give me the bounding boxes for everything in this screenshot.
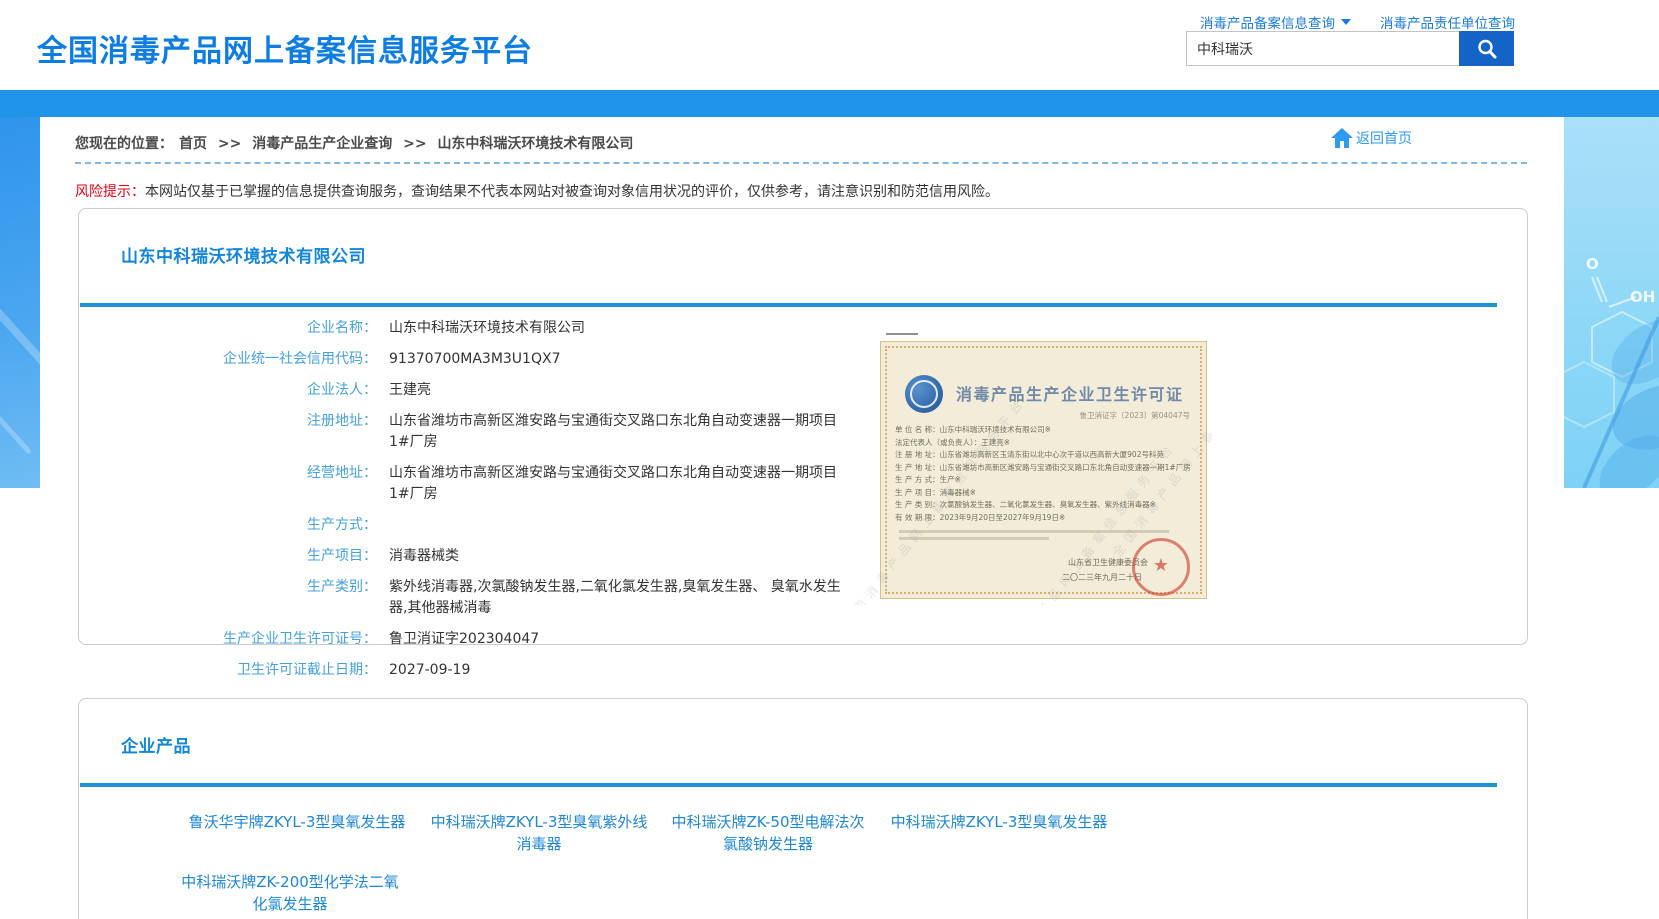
field-row: 生产项目： 消毒器械类: [79, 541, 1527, 572]
header-nav: 消毒产品备案信息查询 消毒产品责任单位查询: [1200, 12, 1515, 32]
certificate-number: 鲁卫消证字〔2023〕第04047号: [1080, 410, 1190, 421]
hero-background-left: [0, 117, 40, 488]
breadcrumb: 您现在的位置： 首页 >> 消毒产品生产企业查询 >> 山东中科瑞沃环境技术有限公…: [75, 133, 639, 153]
site-header: 全国消毒产品网上备案信息服务平台 消毒产品备案信息查询 消毒产品责任单位查询: [0, 0, 1659, 90]
field-row: 生产类别： 紫外线消毒器,次氯酸钠发生器,二氧化氯发生器,臭氧发生器、 臭氧水发生…: [79, 572, 1527, 624]
certificate-line: 有 效 期 限：2023年9月20日至2027年9月19日※: [895, 512, 1198, 525]
nav-link-record-query[interactable]: 消毒产品备案信息查询: [1200, 12, 1351, 32]
search-box: [1186, 31, 1514, 66]
field-row: 企业法人： 王建亮: [79, 375, 1527, 406]
field-row: 经营地址： 山东省潍坊市高新区潍安路与宝通街交叉路口东北角自动变速器一期项目1#厂…: [79, 458, 1527, 510]
certificate-line: 生 产 方 式：生产※: [895, 474, 1198, 487]
company-fields: 企业名称： 山东中科瑞沃环境技术有限公司 企业统一社会信用代码： 91370700M…: [79, 313, 1527, 686]
risk-notice: 风险提示：本网站仅基于已掌握的信息提供查询服务，查询结果不代表本网站对被查询对象…: [75, 181, 999, 201]
field-label: 卫生许可证截止日期：: [79, 660, 377, 681]
field-value: 山东省潍坊市高新区潍安路与宝通街交叉路口东北角自动变速器一期项目1#厂房: [389, 411, 855, 453]
licence-certificate-image: 消毒产品生产企业卫生许可证 鲁卫消证字〔2023〕第04047号 单 位 名 称…: [845, 313, 1212, 605]
breadcrumb-location-label: 您现在的位置：: [75, 136, 173, 152]
product-row: 中科瑞沃牌ZK-200型化学法二氧化氯发生器: [181, 871, 1527, 915]
company-info-panel: 山东中科瑞沃环境技术有限公司 企业名称： 山东中科瑞沃环境技术有限公司 企业统一社…: [78, 208, 1528, 645]
decorative-swoosh: [0, 295, 40, 367]
top-band: [0, 90, 1659, 117]
certificate-fields: 单 位 名 称：山东中科瑞沃环境技术有限公司※ 法定代表人（或负责人）：王建亮※…: [895, 424, 1198, 524]
breadcrumb-current-company: 山东中科瑞沃环境技术有限公司: [437, 136, 633, 152]
back-home-link[interactable]: 返回首页: [1330, 127, 1412, 149]
product-link[interactable]: 中科瑞沃牌ZKYL-3型臭氧紫外线消毒器: [427, 811, 651, 855]
red-seal-icon: [1132, 538, 1190, 596]
content-wrapper: 您现在的位置： 首页 >> 消毒产品生产企业查询 >> 山东中科瑞沃环境技术有限公…: [40, 117, 1564, 919]
field-label: 经营地址：: [79, 463, 377, 484]
scan-artifact-dash: [886, 333, 918, 335]
panel-title-underline: [80, 783, 1497, 787]
field-value: 2027-09-19: [389, 660, 470, 681]
products-panel-title: 企业产品: [121, 732, 1527, 757]
product-list: 鲁沃华宇牌ZKYL-3型臭氧发生器 中科瑞沃牌ZKYL-3型臭氧紫外线消毒器 中…: [181, 811, 1527, 915]
panel-title-underline: [80, 303, 1497, 307]
breadcrumb-separator: >>: [218, 136, 241, 152]
field-value: 鲁卫消证字202304047: [389, 629, 539, 650]
molecule-label-oh: OH: [1630, 288, 1655, 306]
certificate-line: 生 产 类 别：次氯酸钠发生器、二氧化氯发生器、臭氧发生器、紫外线消毒器※: [895, 499, 1198, 512]
chevron-down-icon: [1341, 19, 1351, 25]
field-row: 企业名称： 山东中科瑞沃环境技术有限公司: [79, 313, 1527, 344]
breadcrumb-enterprise-query[interactable]: 消毒产品生产企业查询: [252, 136, 392, 152]
certificate-title: 消毒产品生产企业卫生许可证: [956, 381, 1184, 405]
certificate-line: 单 位 名 称：山东中科瑞沃环境技术有限公司※: [895, 424, 1198, 437]
certificate-line: 生 产 地 址：山东省潍坊市高新区潍安路与宝通街交叉路口东北角自动变速器一期1#…: [895, 462, 1198, 475]
product-link[interactable]: 中科瑞沃牌ZK-200型化学法二氧化氯发生器: [181, 871, 399, 915]
field-value: 王建亮: [389, 380, 431, 401]
field-value: 山东中科瑞沃环境技术有限公司: [389, 318, 585, 339]
nav-link-record-query-label: 消毒产品备案信息查询: [1200, 12, 1335, 32]
molecule-label-o: O: [1586, 255, 1599, 273]
field-label: 注册地址：: [79, 411, 377, 432]
field-row: 生产企业卫生许可证号： 鲁卫消证字202304047: [79, 624, 1527, 655]
field-label: 生产类别：: [79, 577, 377, 598]
health-commission-emblem-icon: [905, 375, 943, 413]
field-label: 生产企业卫生许可证号：: [79, 629, 377, 650]
field-label: 企业统一社会信用代码：: [79, 349, 377, 370]
search-button[interactable]: [1459, 31, 1514, 66]
risk-notice-label: 风险提示：: [75, 184, 145, 200]
field-value: 消毒器械类: [389, 546, 459, 567]
risk-notice-text: 本网站仅基于已掌握的信息提供查询服务，查询结果不代表本网站对被查询对象信用状况的…: [145, 184, 999, 200]
field-row: 生产方式：: [79, 510, 1527, 541]
search-input[interactable]: [1186, 31, 1459, 66]
certificate-fine-print: [899, 537, 1049, 540]
nav-link-responsible-unit-query-label: 消毒产品责任单位查询: [1380, 12, 1515, 32]
product-link[interactable]: 中科瑞沃牌ZKYL-3型臭氧发生器: [885, 811, 1113, 855]
home-icon: [1330, 127, 1354, 149]
certificate-line: 生 产 项 目：消毒器械※: [895, 487, 1198, 500]
product-link[interactable]: 中科瑞沃牌ZK-50型电解法次氯酸钠发生器: [665, 811, 871, 855]
field-label: 生产方式：: [79, 515, 377, 536]
decorative-swoosh: [0, 384, 32, 454]
certificate-fine-print: [899, 530, 1169, 533]
certificate-line: 法定代表人（或负责人）：王建亮※: [895, 437, 1198, 450]
search-icon: [1475, 37, 1499, 61]
field-label: 生产项目：: [79, 546, 377, 567]
field-row: 企业统一社会信用代码： 91370700MA3M3U1QX7: [79, 344, 1527, 375]
field-value: 山东省潍坊市高新区潍安路与宝通街交叉路口东北角自动变速器一期项目1#厂房: [389, 463, 855, 505]
hero-background-right: O OH: [1564, 117, 1659, 488]
certificate-line: 注 册 地 址：山东省潍坊高新区玉清东街以北中心次干道以西高新大厦902号科苑: [895, 449, 1198, 462]
field-label: 企业法人：: [79, 380, 377, 401]
product-link[interactable]: 鲁沃华宇牌ZKYL-3型臭氧发生器: [181, 811, 413, 855]
back-home-label: 返回首页: [1356, 128, 1412, 148]
field-value: 91370700MA3M3U1QX7: [389, 349, 560, 370]
field-row: 卫生许可证截止日期： 2027-09-19: [79, 655, 1527, 686]
field-label: 企业名称：: [79, 318, 377, 339]
certificate: 消毒产品生产企业卫生许可证 鲁卫消证字〔2023〕第04047号 单 位 名 称…: [880, 341, 1207, 599]
field-value: 紫外线消毒器,次氯酸钠发生器,二氧化氯发生器,臭氧发生器、 臭氧水发生器,其他器…: [389, 577, 855, 619]
site-title: 全国消毒产品网上备案信息服务平台: [37, 26, 533, 70]
field-row: 注册地址： 山东省潍坊市高新区潍安路与宝通街交叉路口东北角自动变速器一期项目1#厂…: [79, 406, 1527, 458]
company-panel-title: 山东中科瑞沃环境技术有限公司: [121, 242, 1527, 267]
breadcrumb-separator: >>: [403, 136, 426, 152]
certificate-issue-date: 二〇二三年九月二十日: [1062, 572, 1142, 583]
product-row: 鲁沃华宇牌ZKYL-3型臭氧发生器 中科瑞沃牌ZKYL-3型臭氧紫外线消毒器 中…: [181, 811, 1527, 855]
company-products-panel: 企业产品 鲁沃华宇牌ZKYL-3型臭氧发生器 中科瑞沃牌ZKYL-3型臭氧紫外线…: [78, 698, 1528, 919]
molecule-graphic: O OH: [1564, 117, 1659, 488]
nav-link-responsible-unit-query[interactable]: 消毒产品责任单位查询: [1380, 12, 1515, 32]
breadcrumb-home[interactable]: 首页: [179, 136, 207, 152]
dashed-divider: [75, 162, 1527, 164]
